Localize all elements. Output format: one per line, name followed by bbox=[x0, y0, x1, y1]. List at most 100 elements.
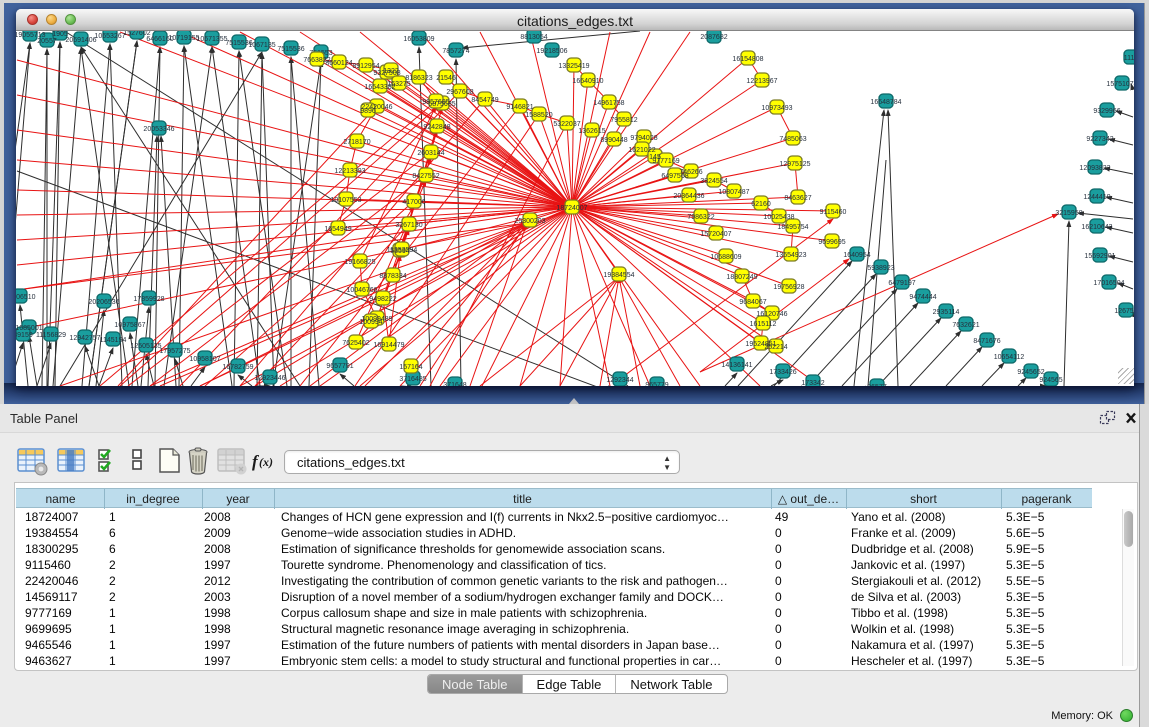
svg-text:163275: 163275 bbox=[387, 81, 410, 88]
svg-text:20557: 20557 bbox=[37, 38, 57, 45]
svg-text:3716485: 3716485 bbox=[399, 376, 426, 383]
svg-text:39159: 39159 bbox=[16, 332, 33, 339]
svg-text:96577: 96577 bbox=[867, 384, 887, 386]
svg-text:7857274: 7857274 bbox=[442, 48, 469, 55]
svg-text:8912954: 8912954 bbox=[352, 63, 379, 70]
svg-text:7955812: 7955812 bbox=[610, 117, 637, 124]
svg-text:1654949: 1654949 bbox=[324, 226, 351, 233]
svg-text:12975125: 12975125 bbox=[779, 161, 810, 168]
svg-text:9896: 9896 bbox=[360, 108, 376, 115]
svg-text:1615112: 1615112 bbox=[750, 321, 777, 328]
svg-text:9227342: 9227342 bbox=[1086, 136, 1113, 143]
svg-text:19384554: 19384554 bbox=[603, 272, 634, 279]
svg-text:3824554: 3824554 bbox=[700, 178, 727, 185]
svg-text:1292344: 1292344 bbox=[606, 377, 633, 384]
svg-text:12213393: 12213393 bbox=[334, 168, 365, 175]
svg-text:19218506: 19218506 bbox=[536, 48, 567, 55]
svg-text:16782759: 16782759 bbox=[222, 364, 253, 371]
svg-text:21546: 21546 bbox=[436, 75, 456, 82]
svg-text:3215958: 3215958 bbox=[1055, 210, 1082, 217]
svg-text:9498222: 9498222 bbox=[369, 296, 396, 303]
svg-text:965779: 965779 bbox=[645, 382, 668, 386]
svg-text:11353594: 11353594 bbox=[387, 247, 418, 254]
svg-text:1244419: 1244419 bbox=[1083, 194, 1110, 201]
svg-text:20053346: 20053346 bbox=[143, 126, 174, 133]
svg-text:924565: 924565 bbox=[1039, 377, 1062, 384]
svg-text:173342: 173342 bbox=[801, 380, 824, 386]
svg-text:11156829: 11156829 bbox=[36, 332, 66, 339]
svg-text:18724007: 18724007 bbox=[556, 205, 587, 212]
svg-text:(x): (x) bbox=[259, 455, 273, 469]
svg-text:9777169: 9777169 bbox=[652, 158, 679, 165]
svg-text:16648784: 16648784 bbox=[870, 99, 901, 106]
svg-text:10719155: 10719155 bbox=[168, 35, 199, 42]
svg-text:10958107: 10958107 bbox=[189, 356, 220, 363]
svg-text:15751074: 15751074 bbox=[1106, 81, 1134, 88]
svg-text:20364436: 20364436 bbox=[673, 193, 704, 200]
svg-text:10107553: 10107553 bbox=[330, 197, 361, 204]
svg-text:16053809: 16053809 bbox=[403, 36, 434, 43]
svg-text:7515536: 7515536 bbox=[277, 46, 304, 53]
svg-text:18807249: 18807249 bbox=[726, 274, 757, 281]
svg-text:5938923: 5938923 bbox=[867, 265, 894, 272]
svg-text:17016504: 17016504 bbox=[1093, 280, 1124, 287]
svg-text:371648: 371648 bbox=[443, 382, 466, 386]
svg-text:13654923: 13654923 bbox=[775, 252, 806, 259]
svg-text:14961758: 14961758 bbox=[593, 100, 624, 107]
svg-text:1685001: 1685001 bbox=[16, 325, 43, 332]
svg-text:13325419: 13325419 bbox=[558, 63, 589, 70]
svg-text:1322: 1322 bbox=[383, 68, 399, 75]
svg-text:2087682: 2087682 bbox=[700, 34, 727, 41]
svg-text:10807487: 10807487 bbox=[718, 189, 749, 196]
svg-text:1362615: 1362615 bbox=[578, 128, 605, 135]
svg-text:15720407: 15720407 bbox=[700, 231, 731, 238]
svg-text:19166825: 19166825 bbox=[344, 259, 375, 266]
svg-text:20691406: 20691406 bbox=[65, 37, 96, 44]
svg-text:9699695: 9699695 bbox=[818, 239, 845, 246]
svg-text:8990448: 8990448 bbox=[600, 137, 627, 144]
svg-text:7625402: 7625402 bbox=[342, 340, 369, 347]
svg-text:10671355: 10671355 bbox=[196, 36, 227, 43]
svg-text:25300203: 25300203 bbox=[514, 218, 545, 225]
svg-text:12505135: 12505135 bbox=[130, 343, 161, 350]
svg-text:1621022: 1621022 bbox=[628, 147, 655, 154]
svg-text:2718170: 2718170 bbox=[343, 139, 370, 146]
svg-text:2603144: 2603144 bbox=[417, 150, 444, 157]
svg-text:10025438: 10025438 bbox=[763, 214, 794, 221]
svg-text:157164: 157164 bbox=[399, 364, 422, 371]
svg-text:10973493: 10973493 bbox=[761, 105, 792, 112]
svg-text:7632621: 7632621 bbox=[952, 322, 979, 329]
svg-text:10654112: 10654112 bbox=[994, 354, 1025, 361]
svg-text:9684067: 9684067 bbox=[739, 299, 766, 306]
svg-text:10046766: 10046766 bbox=[346, 287, 377, 294]
svg-text:9242848: 9242848 bbox=[423, 124, 450, 131]
svg-text:26206510: 26206510 bbox=[16, 294, 36, 301]
svg-text:2935114: 2935114 bbox=[933, 309, 960, 316]
svg-text:12923446: 12923446 bbox=[254, 375, 285, 382]
svg-text:3267130: 3267130 bbox=[395, 222, 422, 229]
svg-text:9329966: 9329966 bbox=[1093, 108, 1120, 115]
svg-text:9857685: 9857685 bbox=[422, 99, 449, 106]
svg-text:1733426: 1733426 bbox=[769, 369, 796, 376]
svg-text:6479197: 6479197 bbox=[888, 280, 915, 287]
svg-text:6497568: 6497568 bbox=[661, 173, 688, 180]
svg-text:8427552: 8427552 bbox=[412, 173, 439, 180]
svg-text:7485063: 7485063 bbox=[779, 136, 806, 143]
svg-text:8463627: 8463627 bbox=[784, 195, 811, 202]
svg-text:126753: 126753 bbox=[1114, 308, 1134, 315]
svg-text:1588520: 1588520 bbox=[525, 112, 552, 119]
svg-text:12942757: 12942757 bbox=[69, 335, 100, 342]
svg-text:9115460: 9115460 bbox=[820, 209, 847, 216]
svg-text:16154808: 16154808 bbox=[732, 56, 763, 63]
svg-text:9146821: 9146821 bbox=[506, 104, 533, 111]
svg-text:1640954: 1640954 bbox=[843, 252, 870, 259]
svg-text:16120746: 16120746 bbox=[756, 311, 787, 318]
svg-text:5322037: 5322037 bbox=[553, 121, 580, 128]
svg-text:16914479: 16914479 bbox=[373, 342, 404, 349]
svg-text:9245652: 9245652 bbox=[1017, 369, 1044, 376]
svg-text:252214: 252214 bbox=[764, 344, 787, 351]
svg-text:8454749: 8454749 bbox=[471, 97, 498, 104]
svg-text:8471676: 8471676 bbox=[973, 338, 1000, 345]
svg-text:8813054: 8813054 bbox=[520, 34, 547, 41]
svg-text:15692901: 15692901 bbox=[1084, 253, 1115, 260]
